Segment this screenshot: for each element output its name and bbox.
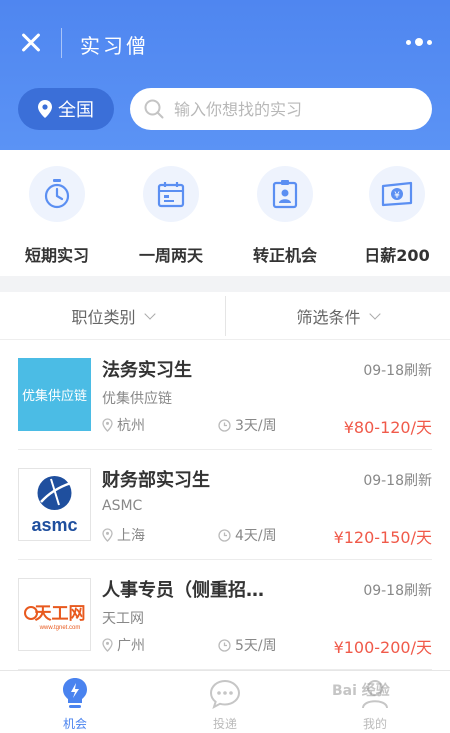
category-daily-pay[interactable]: ¥ 日薪200: [342, 166, 450, 266]
tab-label: 投递: [212, 717, 237, 731]
company-name: 天工网: [102, 611, 144, 627]
calendar-icon: [157, 182, 185, 208]
lightning-bulb-icon: [63, 678, 87, 708]
search-input[interactable]: [174, 99, 404, 119]
job-salary: ¥80-120/天: [343, 418, 432, 437]
job-city: 上海: [102, 525, 145, 545]
position-type-filter[interactable]: 职位类别: [0, 292, 225, 340]
category-shortcuts: 短期实习 一周两天 转正机会 ¥ 日薪200: [0, 150, 450, 276]
job-title: 法务实习生: [102, 360, 192, 381]
job-title: 财务部实习生: [102, 470, 210, 491]
header: 实习僧 全国: [0, 0, 450, 150]
category-label: 一周两天: [138, 246, 203, 265]
job-salary: ¥100-200/天: [333, 638, 432, 657]
tab-label: 我的: [362, 717, 387, 731]
tab-label: 机会: [62, 717, 87, 731]
job-card[interactable]: 天工网 www.tgnet.com 人事专员（侧重招… 09-18刷新 天工网 …: [0, 560, 450, 670]
clock-icon: [218, 528, 231, 542]
job-city: 杭州: [102, 415, 145, 435]
tab-opportunities[interactable]: 机会: [25, 677, 125, 732]
clock-icon: [218, 638, 231, 652]
search-icon: [144, 99, 164, 119]
watermark: Bai 经验: [332, 683, 390, 699]
company-logo: 天工网 www.tgnet.com: [18, 578, 91, 651]
location-label: 全国: [58, 100, 94, 121]
filter-label: 职位类别: [71, 308, 136, 327]
svg-text:www.tgnet.com: www.tgnet.com: [39, 625, 81, 631]
job-salary: ¥120-150/天: [333, 528, 432, 547]
location-pin-icon: [38, 100, 52, 118]
location-pin-icon: [102, 638, 113, 652]
refresh-date: 09-18刷新: [363, 583, 432, 599]
category-label: 日薪200: [364, 246, 430, 265]
app-title: 实习僧: [80, 34, 149, 58]
stopwatch-icon: [44, 179, 70, 209]
job-days: 3天/周: [218, 415, 277, 435]
location-selector[interactable]: 全国: [18, 88, 114, 130]
chevron-down-icon: [368, 308, 381, 320]
job-title: 人事专员（侧重招…: [102, 580, 264, 601]
refresh-date: 09-18刷新: [363, 473, 432, 489]
more-options-button[interactable]: [406, 36, 432, 48]
yen-note-icon: ¥: [381, 181, 413, 207]
company-name: ASMC: [102, 498, 143, 514]
svg-text:asmc: asmc: [31, 515, 77, 535]
search-bar[interactable]: [130, 88, 432, 130]
close-button[interactable]: [16, 28, 46, 58]
company-logo: 优集供应链: [18, 358, 91, 431]
category-two-days[interactable]: 一周两天: [116, 166, 226, 266]
category-short-term[interactable]: 短期实习: [2, 166, 112, 266]
filter-bar: 职位类别 筛选条件: [0, 292, 450, 340]
chevron-down-icon: [143, 308, 156, 320]
svg-text:¥: ¥: [394, 191, 400, 201]
category-full-time-chance[interactable]: 转正机会: [230, 166, 340, 266]
filter-label: 筛选条件: [296, 308, 361, 327]
job-city: 广州: [102, 635, 145, 655]
title-divider: [61, 28, 62, 58]
job-card[interactable]: 优集供应链 法务实习生 09-18刷新 优集供应链 杭州 3天/周 ¥80-12…: [0, 340, 450, 450]
job-list: 优集供应链 法务实习生 09-18刷新 优集供应链 杭州 3天/周 ¥80-12…: [0, 340, 450, 670]
job-days: 5天/周: [218, 635, 277, 655]
id-badge-icon: [272, 180, 298, 209]
job-card[interactable]: asmc 财务部实习生 09-18刷新 ASMC 上海 4天/周 ¥120-15…: [0, 450, 450, 560]
refresh-date: 09-18刷新: [363, 363, 432, 379]
tgnet-logo: 天工网 www.tgnet.com: [24, 604, 86, 631]
clock-icon: [218, 418, 231, 432]
tab-applications[interactable]: 投递: [175, 677, 275, 732]
category-label: 短期实习: [24, 246, 89, 265]
location-pin-icon: [102, 418, 113, 432]
company-logo: asmc: [18, 468, 91, 541]
category-label: 转正机会: [252, 246, 317, 265]
conditions-filter[interactable]: 筛选条件: [225, 292, 450, 340]
location-pin-icon: [102, 528, 113, 542]
svg-text:天工网: 天工网: [35, 604, 86, 624]
job-days: 4天/周: [218, 525, 277, 545]
company-name: 优集供应链: [102, 391, 172, 407]
asmc-logo: asmc: [31, 476, 78, 535]
chat-bubble-icon: [209, 679, 241, 709]
